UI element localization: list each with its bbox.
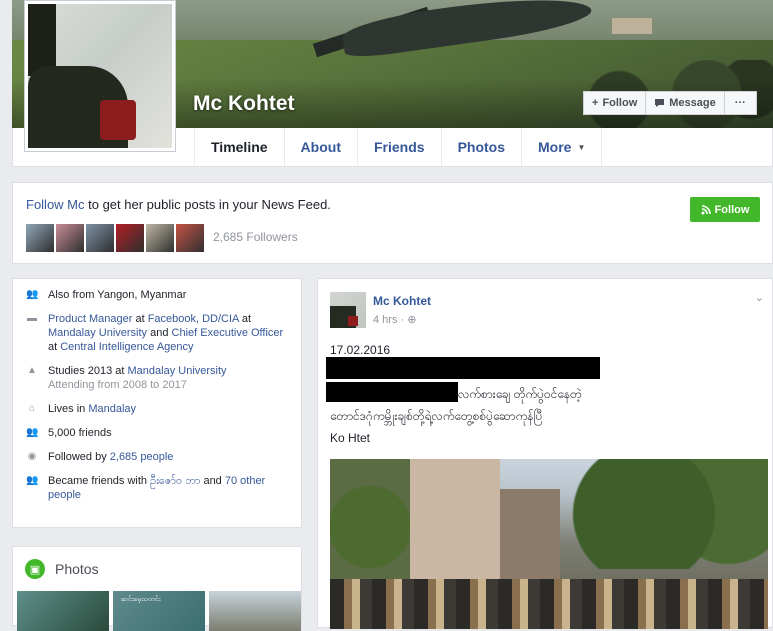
intro-became-friends-text: Became friends with ဦးဇော်ဝ ဘာ and 70 ot… <box>48 475 266 501</box>
education-link[interactable]: Mandalay University <box>128 365 227 377</box>
work-school-link[interactable]: Mandalay University <box>48 327 147 339</box>
followers-link[interactable]: 2,685 people <box>110 451 174 463</box>
profile-image <box>28 4 172 148</box>
intro-education-text: Studies 2013 at Mandalay University Atten… <box>48 365 227 391</box>
friend-name-link[interactable]: ဦးဇော်ဝ ဘာ <box>150 475 200 487</box>
tab-more[interactable]: More ▼ <box>521 128 603 166</box>
intro-work-text: Product Manager at Facebook, DD/CIA at M… <box>48 313 284 353</box>
tab-more-label: More <box>538 139 572 155</box>
follow-button-label: Follow <box>602 97 638 109</box>
photo-canopy <box>560 459 768 569</box>
caret-down-icon: ▼ <box>577 142 586 152</box>
cover-building <box>612 18 652 34</box>
follow-prompt-text: Follow Mc to get her public posts in you… <box>26 197 331 212</box>
work-position2-link[interactable]: Chief Executive Officer <box>172 327 284 339</box>
rss-icon: ◉ <box>27 451 37 462</box>
photo-house-2 <box>500 489 560 589</box>
post-time-text: 4 hrs · <box>373 314 408 326</box>
follow-green-label: Follow <box>714 203 750 216</box>
intro-friends: 👥 5,000 friends <box>26 426 288 440</box>
message-icon <box>655 99 665 107</box>
timeline-post: Mc Kohtet 4 hrs · ⊕ ⌄ 17.02.2016 လက်စားခ… <box>317 278 773 629</box>
work-agency-link[interactable]: Central Intelligence Agency <box>60 341 193 353</box>
intro-education-sub: Attending from 2008 to 2017 <box>48 379 187 391</box>
plus-icon: + <box>592 97 599 109</box>
tab-timeline[interactable]: Timeline <box>194 128 284 166</box>
intro-followers: ◉ Followed by 2,685 people <box>26 450 288 464</box>
tab-photos[interactable]: Photos <box>440 128 521 166</box>
intro-lives-text: Lives in Mandalay <box>48 403 137 415</box>
tab-friends[interactable]: Friends <box>356 128 441 166</box>
post-line-2-text: လက်စားချေ တိုက်ပွဲဝင်နေတဲ့ <box>458 387 582 401</box>
cover-actions: + Follow Message ··· <box>583 91 757 115</box>
rss-icon <box>701 204 711 214</box>
follow-prompt-suffix: to get her public posts in your News Fee… <box>84 197 331 212</box>
globe-icon: ⊕ <box>407 314 417 326</box>
avatar-patch <box>348 316 358 326</box>
photo-thumbnails: ဆင်းမေ့သတင်း <box>17 591 301 631</box>
more-dots-icon: ··· <box>734 97 746 109</box>
follower-avatar[interactable] <box>146 224 174 252</box>
intro-lives: ⌂ Lives in Mandalay <box>26 402 288 416</box>
more-options-button[interactable]: ··· <box>724 91 757 115</box>
profile-image-patch <box>100 100 136 140</box>
follow-prompt: Follow Mc to get her public posts in you… <box>12 182 773 264</box>
photos-header[interactable]: ▣ Photos <box>25 559 99 579</box>
follower-avatar[interactable] <box>176 224 204 252</box>
intro-friends-text: 5,000 friends <box>48 427 112 439</box>
profile-name[interactable]: Mc Kohtet <box>193 92 295 116</box>
work-position-link[interactable]: Product Manager <box>48 313 132 325</box>
people-icon: 👥 <box>26 289 39 300</box>
work-company-link[interactable]: Facebook, DD/CIA <box>148 313 239 325</box>
post-author-avatar[interactable] <box>330 292 366 328</box>
photos-card: ▣ Photos ဆင်းမေ့သတင်း <box>12 546 302 631</box>
photos-title: Photos <box>55 561 99 577</box>
post-author-name[interactable]: Mc Kohtet <box>373 294 431 308</box>
follow-green-button[interactable]: Follow <box>690 197 760 222</box>
follower-avatar[interactable] <box>86 224 114 252</box>
photos-icon: ▣ <box>25 559 45 579</box>
post-photo[interactable] <box>330 459 768 629</box>
profile-picture[interactable] <box>24 0 176 152</box>
tab-about[interactable]: About <box>283 128 357 166</box>
photo-crowd <box>330 579 768 629</box>
lives-link[interactable]: Mandalay <box>88 403 136 415</box>
intro-followers-text: Followed by 2,685 people <box>48 451 174 463</box>
message-button-label: Message <box>669 97 716 109</box>
home-icon: ⌂ <box>28 403 36 414</box>
follow-button[interactable]: + Follow <box>583 91 647 115</box>
redaction-bar <box>326 382 458 402</box>
follower-avatar[interactable] <box>56 224 84 252</box>
post-signature: Ko Htet <box>330 431 371 445</box>
redaction-bar <box>326 357 600 379</box>
photo-thumb[interactable]: ဆင်းမေ့သတင်း <box>113 591 205 631</box>
photo-thumb-label: ဆင်းမေ့သတင်း <box>121 596 161 603</box>
briefcase-icon: ▬ <box>27 313 37 324</box>
follow-link[interactable]: Follow Mc <box>26 197 85 212</box>
people-icon: 👥 <box>26 475 39 486</box>
intro-work: ▬ Product Manager at Facebook, DD/CIA at… <box>26 312 288 354</box>
intro-hometown-text: Also from Yangon, Myanmar <box>48 289 187 301</box>
photo-thumb[interactable] <box>209 591 301 631</box>
message-button[interactable]: Message <box>646 91 725 115</box>
intro-card: 👥 Also from Yangon, Myanmar ▬ Product Ma… <box>12 278 302 528</box>
follower-avatar[interactable] <box>116 224 144 252</box>
intro-education: ▲ Studies 2013 at Mandalay University Att… <box>26 364 288 392</box>
post-line-3: တောင်ဒဂုံကမ္ဘိုးချစ်တို့ရဲ့လက်တွေ့စစ်ပွဲ… <box>330 409 543 423</box>
people-icon: 👥 <box>26 427 39 438</box>
followers-count[interactable]: 2,685 Followers <box>213 230 298 244</box>
post-timestamp[interactable]: 4 hrs · ⊕ <box>373 313 416 326</box>
intro-became-friends: 👥 Became friends with ဦးဇော်ဝ ဘာ and 70 … <box>26 474 288 502</box>
follower-avatars <box>26 224 204 252</box>
intro-hometown: 👥 Also from Yangon, Myanmar <box>26 288 288 302</box>
post-options-chevron-icon[interactable]: ⌄ <box>755 291 764 304</box>
follower-avatar[interactable] <box>26 224 54 252</box>
photo-thumb[interactable] <box>17 591 109 631</box>
graduation-icon: ▲ <box>27 365 37 376</box>
